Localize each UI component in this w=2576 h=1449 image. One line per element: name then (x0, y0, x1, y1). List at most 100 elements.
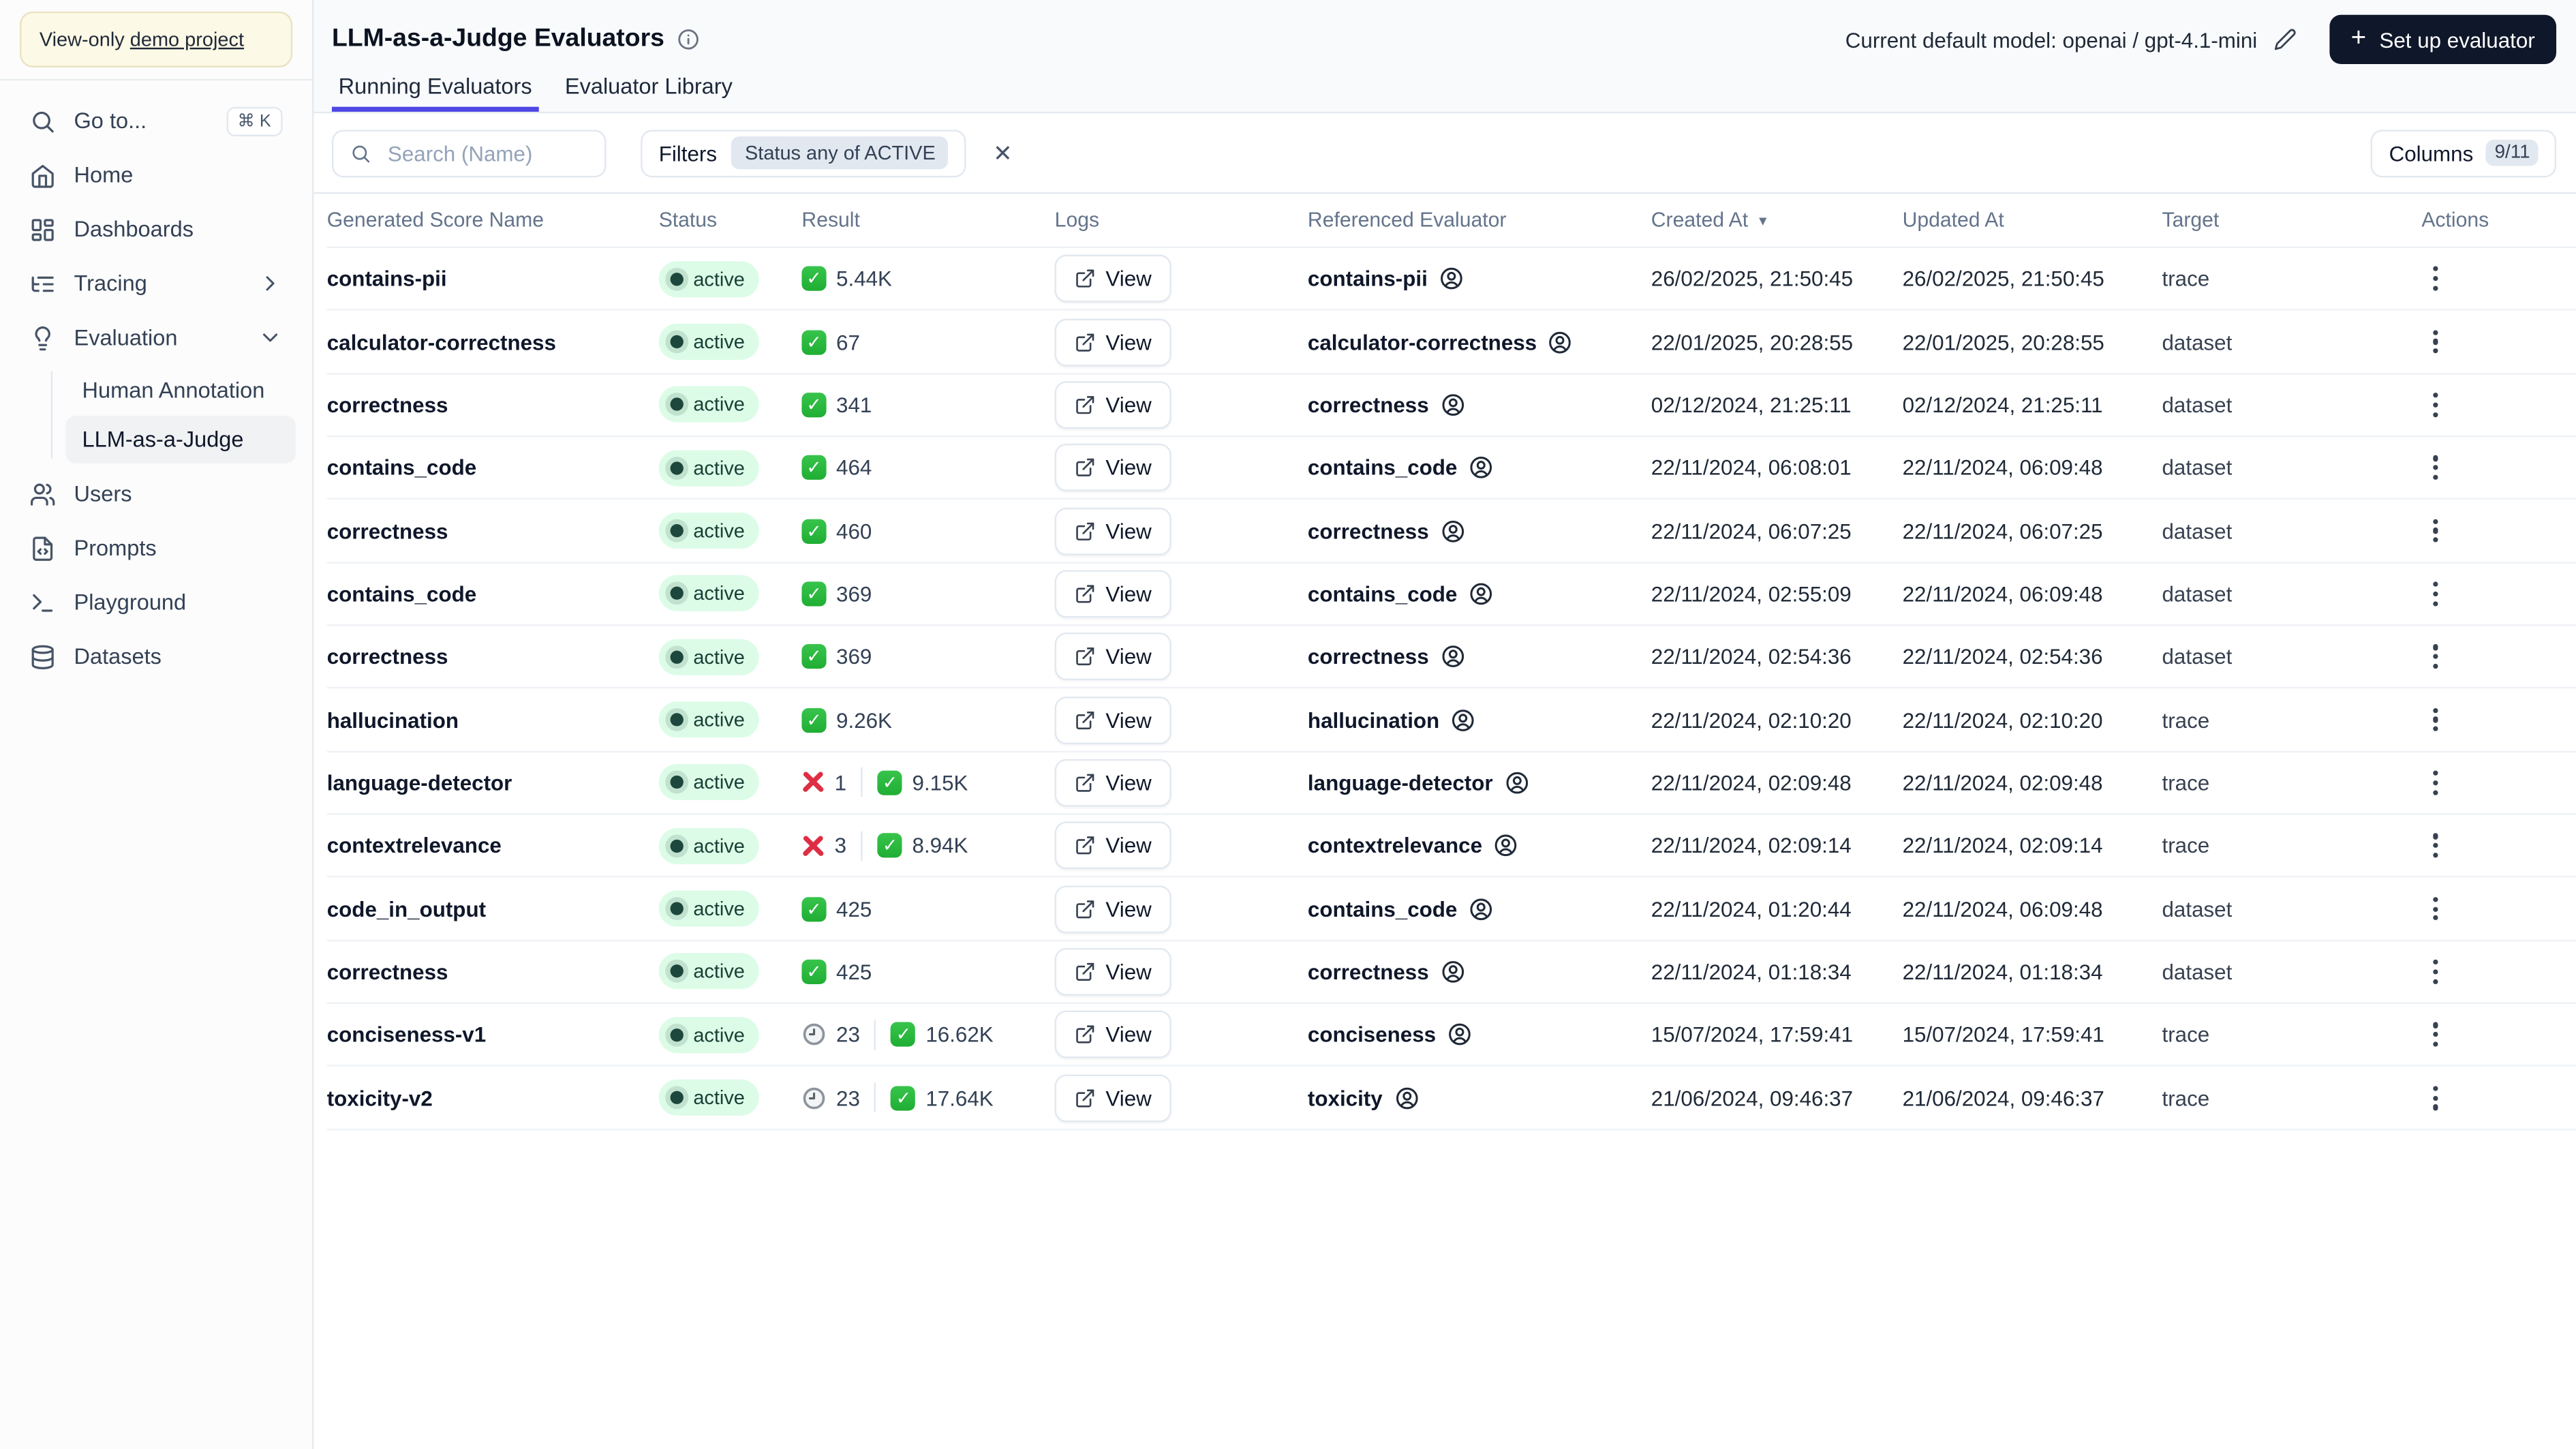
external-link-icon (1075, 898, 1096, 919)
setup-evaluator-label: Set up evaluator (2379, 27, 2535, 52)
referenced-evaluator[interactable]: contains-pii (1308, 266, 1651, 291)
sidebar-item-datasets[interactable]: Datasets (16, 629, 296, 684)
column-header-target[interactable]: Target (2162, 209, 2422, 232)
view-logs-button[interactable]: View (1054, 1011, 1171, 1059)
setup-evaluator-button[interactable]: + Set up evaluator (2329, 14, 2557, 65)
view-logs-button[interactable]: View (1054, 1073, 1171, 1122)
referenced-evaluator[interactable]: contains_code (1308, 455, 1651, 480)
view-logs-button[interactable]: View (1054, 947, 1171, 996)
row-actions-menu-button[interactable] (2423, 509, 2449, 553)
row-actions-menu-button[interactable] (2423, 572, 2449, 615)
generated-score-name: contextrelevance (326, 833, 502, 859)
sidebar-item-tracing[interactable]: Tracing (16, 256, 296, 311)
row-actions-menu-button[interactable] (2423, 320, 2449, 363)
row-actions-menu-button[interactable] (2423, 1013, 2449, 1056)
referenced-evaluator[interactable]: contextrelevance (1308, 834, 1651, 858)
column-header-logs[interactable]: Logs (1055, 209, 1308, 232)
actions-cell (2421, 824, 2564, 868)
error-x-icon (801, 834, 825, 857)
column-header-created-at[interactable]: Created At ▼ (1651, 209, 1903, 232)
view-logs-button[interactable]: View (1054, 380, 1171, 429)
search-box[interactable] (331, 129, 607, 177)
row-actions-menu-button[interactable] (2423, 446, 2449, 489)
actions-cell (2421, 950, 2564, 994)
status-dot-icon (670, 902, 684, 916)
row-actions-menu-button[interactable] (2423, 635, 2449, 678)
edit-model-button[interactable] (2271, 25, 2300, 54)
external-link-icon (1075, 583, 1096, 605)
referenced-evaluator[interactable]: contains_code (1308, 581, 1651, 606)
row-actions-menu-button[interactable] (2423, 698, 2449, 742)
sidebar-item-prompts[interactable]: Prompts (16, 521, 296, 575)
pencil-icon (2273, 28, 2297, 51)
sidebar-item-label: Playground (74, 590, 187, 615)
sidebar-item-home[interactable]: Home (16, 148, 296, 202)
status-dot-icon (670, 1091, 684, 1105)
created-at: 22/11/2024, 06:07:25 (1651, 518, 1852, 543)
sidebar-item-label: Prompts (74, 535, 157, 561)
view-logs-button[interactable]: View (1054, 570, 1171, 618)
view-logs-button[interactable]: View (1054, 255, 1171, 303)
referenced-evaluator[interactable]: correctness (1308, 393, 1651, 417)
column-header-result[interactable]: Result (801, 209, 1054, 232)
column-header-status[interactable]: Status (659, 209, 802, 232)
tab-evaluator-library[interactable]: Evaluator Library (558, 74, 739, 111)
success-check-icon: ✓ (801, 707, 827, 733)
actions-cell (2421, 572, 2564, 615)
generated-score-name: contains-pii (326, 266, 447, 292)
view-logs-button[interactable]: View (1054, 318, 1171, 366)
sidebar-item-evaluation[interactable]: Evaluation (16, 311, 296, 365)
generated-score-name: correctness (326, 518, 448, 543)
row-actions-menu-button[interactable] (2423, 887, 2449, 930)
sidebar-item-label: Go to... (74, 108, 147, 134)
column-header-actions[interactable]: Actions (2421, 209, 2564, 232)
column-header-generated-score-name[interactable]: Generated Score Name (327, 209, 659, 232)
referenced-evaluator[interactable]: correctness (1308, 519, 1651, 543)
demo-project-link[interactable]: demo project (130, 28, 244, 51)
view-logs-button[interactable]: View (1054, 444, 1171, 492)
referenced-evaluator[interactable]: language-detector (1308, 770, 1651, 795)
row-actions-menu-button[interactable] (2423, 257, 2449, 301)
referenced-evaluator[interactable]: conciseness (1308, 1022, 1651, 1047)
actions-cell (2421, 383, 2564, 427)
view-logs-button[interactable]: View (1054, 759, 1171, 807)
sidebar-item-playground[interactable]: Playground (16, 575, 296, 630)
row-actions-menu-button[interactable] (2423, 761, 2449, 804)
info-icon[interactable] (677, 28, 701, 51)
filters-button[interactable]: Filters Status any of ACTIVE (641, 129, 967, 177)
logs-cell: View (1054, 444, 1308, 492)
sidebar-item-go-to[interactable]: Go to... ⌘ K (16, 93, 296, 148)
result-cell: ✓ 67 (801, 329, 1054, 354)
referenced-evaluator[interactable]: contains_code (1308, 896, 1651, 921)
row-actions-menu-button[interactable] (2423, 1076, 2449, 1119)
sidebar-item-users[interactable]: Users (16, 467, 296, 521)
table-row: contains-pii active ✓ 5.44K View contains… (326, 248, 2576, 311)
actions-cell (2421, 320, 2564, 363)
sidebar-item-llm-as-a-judge[interactable]: LLM-as-a-Judge (65, 415, 296, 463)
search-input[interactable] (384, 138, 589, 167)
view-logs-button[interactable]: View (1054, 696, 1171, 744)
column-header-updated-at[interactable]: Updated At (1903, 209, 2162, 232)
columns-button[interactable]: Columns 9/11 (2371, 129, 2557, 177)
view-logs-button[interactable]: View (1054, 821, 1171, 870)
referenced-evaluator[interactable]: correctness (1308, 960, 1651, 984)
referenced-evaluator[interactable]: hallucination (1308, 707, 1651, 732)
view-logs-button[interactable]: View (1054, 632, 1171, 681)
view-logs-button[interactable]: View (1054, 506, 1171, 555)
referenced-evaluator[interactable]: calculator-correctness (1308, 329, 1651, 354)
clear-filters-button[interactable]: ✕ (987, 136, 1019, 170)
sidebar-item-dashboards[interactable]: Dashboards (16, 202, 296, 257)
tab-running-evaluators[interactable]: Running Evaluators (331, 74, 539, 112)
row-actions-menu-button[interactable] (2423, 950, 2449, 994)
row-actions-menu-button[interactable] (2423, 824, 2449, 868)
view-logs-button[interactable]: View (1054, 885, 1171, 933)
logs-cell: View (1054, 570, 1308, 618)
referenced-evaluator[interactable]: correctness (1308, 645, 1651, 669)
row-actions-menu-button[interactable] (2423, 383, 2449, 427)
column-header-referenced-evaluator[interactable]: Referenced Evaluator (1308, 209, 1651, 232)
sidebar-item-human-annotation[interactable]: Human Annotation (65, 367, 296, 414)
status-badge: active (658, 513, 760, 549)
referenced-evaluator[interactable]: toxicity (1308, 1086, 1651, 1110)
sidebar-nav: Go to... ⌘ K Home Dashboards Tracing Evaluati… (0, 80, 312, 1449)
dashboards-icon (29, 216, 56, 243)
